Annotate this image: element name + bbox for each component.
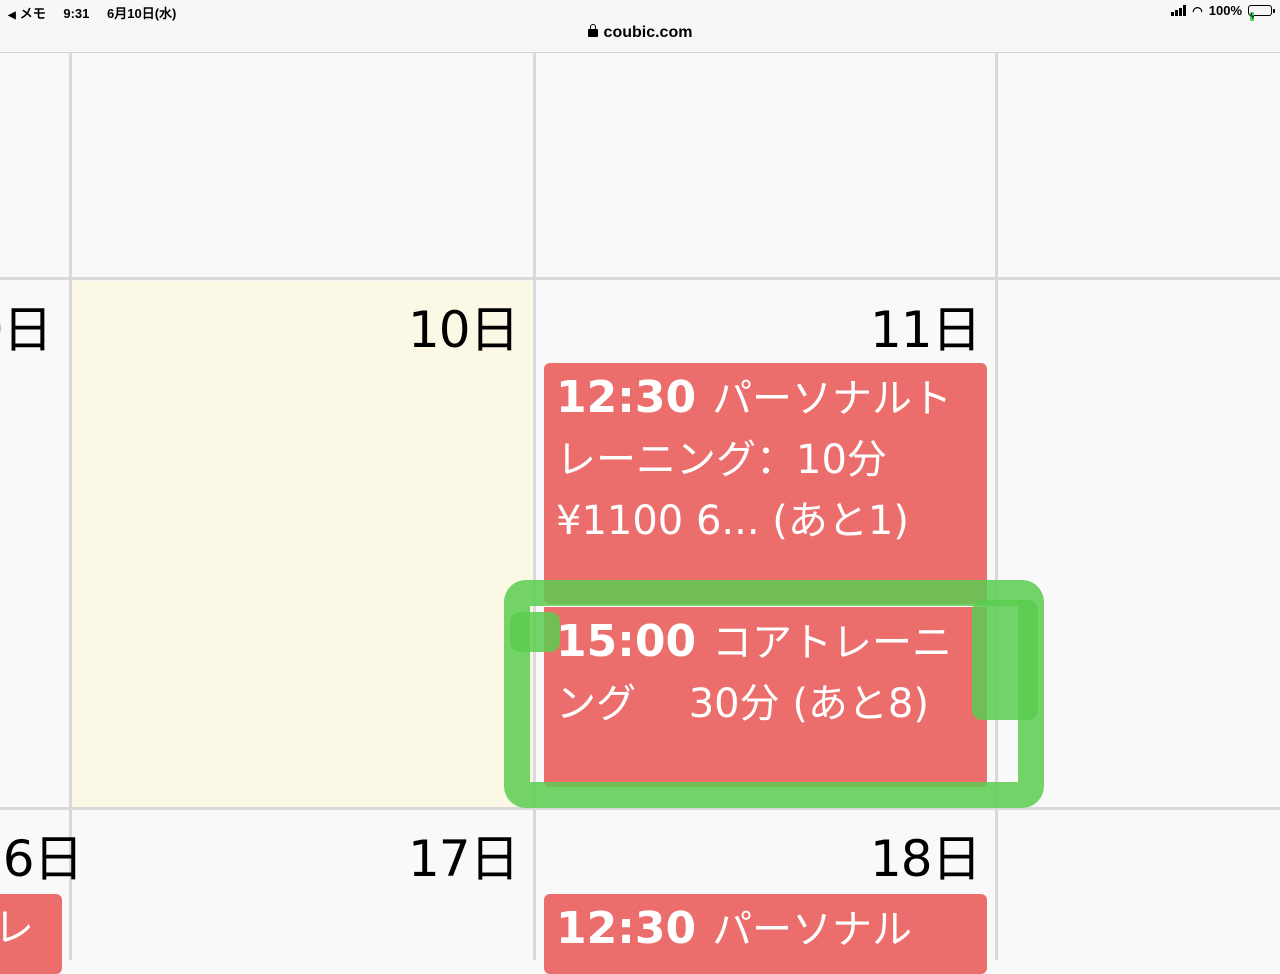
- url-text: coubic.com: [603, 24, 693, 41]
- battery-percent: 100%: [1208, 3, 1242, 18]
- back-arrow-icon[interactable]: ◀: [8, 10, 16, 21]
- event-time: 15:00: [556, 616, 697, 667]
- event-personal-training[interactable]: 12:30 パーソナルトレーニング：10分 ¥1100 6... (あと1): [544, 363, 987, 604]
- event-core-training[interactable]: 15:00 コアトレーニング 30分 (あと8): [544, 607, 987, 787]
- battery-icon: ϟ: [1248, 5, 1275, 21]
- event-partial-16[interactable]: レ: [0, 894, 62, 974]
- grid-line: [0, 277, 1280, 280]
- grid-line: [995, 53, 998, 960]
- month-calendar: 9日 10日 11日 16日 17日 18日 12:30パーソナルトレーニング：…: [0, 53, 1280, 974]
- status-bar: ◀ メモ 9:31 6月10日(水) coubic.com ◠ 100% ϟ: [0, 0, 1280, 53]
- event-title: パーソナル: [712, 907, 913, 953]
- status-time: 9:31: [63, 6, 90, 21]
- grid-line: [0, 807, 1280, 810]
- day-number-16[interactable]: 16日: [0, 819, 84, 891]
- signal-icon: [1171, 5, 1187, 16]
- back-app-label[interactable]: メモ: [20, 6, 46, 21]
- lock-icon: [587, 24, 598, 37]
- status-date: 6月10日(水): [107, 6, 177, 21]
- event-title: レ: [0, 905, 34, 951]
- status-bar-right: ◠ 100% ϟ: [1171, 3, 1275, 21]
- day-number-9[interactable]: 9日: [0, 290, 53, 362]
- event-time: 12:30: [556, 903, 697, 954]
- battery-charging-icon: ϟ: [1250, 12, 1255, 21]
- day-number-18[interactable]: 18日: [870, 819, 982, 891]
- event-personal-training-18[interactable]: 12:30 パーソナル: [544, 894, 987, 974]
- grid-line: [533, 53, 536, 960]
- status-bar-left: ◀ メモ 9:31 6月10日(水): [8, 3, 190, 22]
- wifi-icon: ◠: [1192, 3, 1203, 18]
- day-number-11[interactable]: 11日: [870, 290, 982, 362]
- day-number-10[interactable]: 10日: [408, 290, 520, 362]
- day-number-17[interactable]: 17日: [408, 819, 520, 891]
- event-time: 12:30: [556, 372, 697, 423]
- address-bar[interactable]: coubic.com: [0, 24, 1280, 42]
